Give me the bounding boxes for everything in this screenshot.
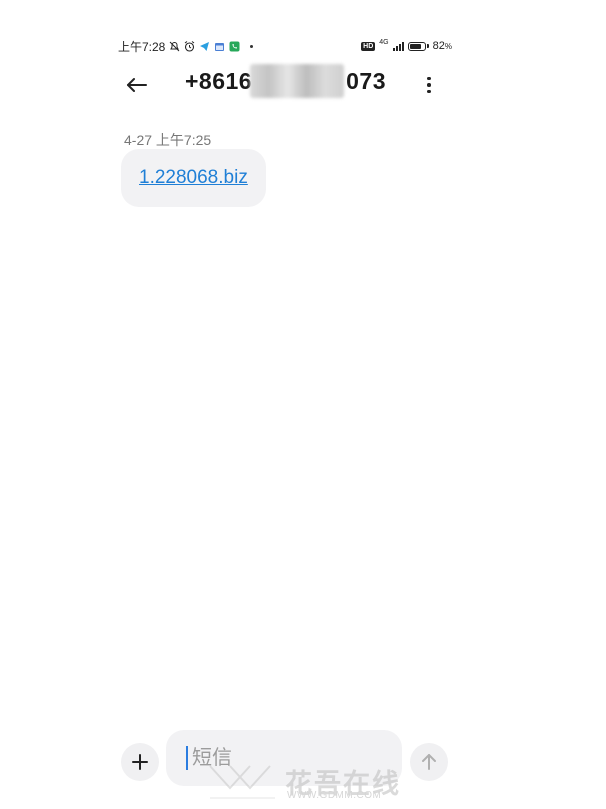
send-button[interactable] bbox=[410, 743, 448, 781]
phone-suffix: 073 bbox=[346, 68, 386, 94]
network-type: 4G bbox=[379, 38, 389, 46]
phone-screen: 上午7:28 HD 4G 82% +8616 073 4-27 上午7:25 1… bbox=[110, 28, 454, 809]
plus-icon bbox=[132, 754, 148, 770]
message-bubble: 1.228068.biz bbox=[121, 149, 266, 207]
phone-prefix: +8616 bbox=[185, 68, 253, 94]
telegram-icon bbox=[199, 41, 210, 52]
signal-icon bbox=[392, 41, 404, 51]
battery-percent-value: 82 bbox=[432, 40, 445, 52]
phone-redaction-blur bbox=[250, 64, 344, 98]
bell-off-icon bbox=[169, 41, 180, 52]
add-attachment-button[interactable] bbox=[121, 743, 159, 781]
battery-level bbox=[409, 43, 421, 49]
message-timestamp: 4-27 上午7:25 bbox=[124, 132, 212, 148]
more-vertical-icon bbox=[427, 76, 431, 81]
hd-badge: HD bbox=[361, 41, 376, 51]
battery-percent-unit: % bbox=[444, 42, 452, 51]
message-compose-box[interactable] bbox=[166, 730, 402, 786]
battery-icon bbox=[407, 41, 426, 51]
text-caret bbox=[186, 746, 188, 770]
more-dot bbox=[427, 83, 431, 87]
message-link[interactable]: 1.228068.biz bbox=[139, 167, 248, 189]
battery-cap-icon bbox=[426, 44, 429, 48]
status-bar: 上午7:28 HD 4G 82% bbox=[118, 36, 454, 56]
arrow-left-icon bbox=[127, 78, 147, 92]
back-button[interactable] bbox=[122, 70, 152, 100]
message-input[interactable] bbox=[190, 745, 374, 771]
arrow-up-icon bbox=[422, 754, 436, 770]
phone-app-icon bbox=[229, 41, 240, 52]
calendar-icon bbox=[214, 41, 225, 52]
notification-dot-icon bbox=[250, 44, 254, 48]
more-dot bbox=[427, 89, 431, 94]
status-right: HD 4G 82% bbox=[361, 36, 452, 56]
alarm-icon bbox=[184, 40, 195, 52]
status-time: 上午7:28 bbox=[118, 39, 166, 54]
conversation-header: +8616 073 bbox=[110, 64, 454, 104]
battery-percent: 82% bbox=[433, 40, 452, 52]
more-options-button[interactable] bbox=[414, 70, 444, 100]
status-left: 上午7:28 bbox=[118, 38, 254, 55]
